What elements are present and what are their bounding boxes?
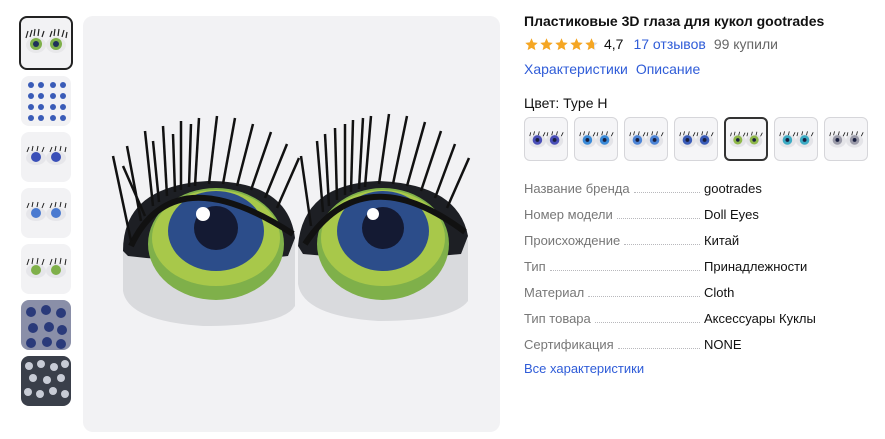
spec-value: gootrades	[704, 181, 762, 196]
spec-key-wrap: Материал	[524, 285, 704, 305]
eye-swatch-image	[729, 131, 763, 148]
spec-key-wrap: Тип товара	[524, 311, 704, 331]
star-icon	[525, 37, 538, 50]
eye-swatch-image	[528, 131, 564, 148]
thumbnail-2[interactable]	[21, 76, 71, 126]
section-links: Характеристики Описание	[524, 61, 874, 77]
spec-value: Китай	[704, 233, 740, 248]
thumbnail-4[interactable]	[21, 188, 71, 238]
spec-row: Происхождение Китай	[524, 227, 874, 253]
dotted-leader	[617, 348, 700, 349]
doll-eyes-main-image	[111, 113, 471, 326]
star-icon	[570, 37, 583, 50]
color-swatch-7[interactable]	[824, 117, 868, 161]
dotted-leader	[549, 270, 700, 271]
rating-value: 4,7	[604, 36, 624, 52]
spec-key-wrap: Происхождение	[524, 233, 704, 253]
description-link[interactable]: Описание	[636, 61, 700, 77]
spec-key-wrap: Сертификация	[524, 337, 704, 357]
spec-value: Принадлежности	[704, 259, 808, 274]
color-swatch-3[interactable]	[624, 117, 668, 161]
spec-key: Тип	[524, 259, 546, 274]
spec-key-wrap: Тип	[524, 259, 704, 279]
spec-row: Сертификация NONE	[524, 331, 874, 357]
color-swatch-4[interactable]	[674, 117, 718, 161]
thumbnail-5[interactable]	[21, 244, 71, 294]
star-icon	[540, 37, 553, 50]
dotted-leader	[633, 192, 700, 193]
eye-swatch-image	[778, 131, 814, 148]
spec-key: Материал	[524, 285, 585, 300]
product-info-panel: Пластиковые 3D глаза для кукол gootrades…	[524, 12, 874, 376]
pile-of-eyes-thumb-image	[21, 356, 71, 406]
doll-eyes-grid-thumb-image	[28, 82, 66, 121]
color-label: Цвет: Type H	[524, 95, 608, 111]
star-rating	[524, 37, 599, 52]
eye-swatch-image	[578, 131, 614, 148]
spec-value: Cloth	[704, 285, 735, 300]
thumbnail-3[interactable]	[21, 132, 71, 182]
dotted-leader	[624, 244, 700, 245]
rating-row: 4,7 17 отзывов 99 купили	[524, 35, 874, 53]
color-swatch-5[interactable]	[724, 117, 768, 161]
spec-key-wrap: Номер модели	[524, 207, 704, 227]
spec-key: Название бренда	[524, 181, 630, 196]
dotted-leader	[616, 218, 700, 219]
eye-swatch-image	[828, 131, 864, 148]
spec-value: Аксессуары Куклы	[704, 311, 816, 326]
color-swatch-2[interactable]	[574, 117, 618, 161]
doll-eyes-thumb-image	[25, 28, 68, 53]
spec-row: Название бренда gootrades	[524, 175, 874, 201]
dotted-leader	[588, 296, 700, 297]
thumbnail-7[interactable]	[21, 356, 71, 406]
spec-row: Тип товара Аксессуары Куклы	[524, 305, 874, 331]
spec-key: Происхождение	[524, 233, 621, 248]
all-characteristics-link[interactable]: Все характеристики	[524, 361, 874, 376]
spec-key-wrap: Название бренда	[524, 181, 704, 201]
characteristics-link[interactable]: Характеристики	[524, 61, 628, 77]
right-eye-graphic	[298, 181, 468, 321]
spec-row: Тип Принадлежности	[524, 253, 874, 279]
eye-swatch-image	[628, 131, 664, 148]
left-eye-graphic	[123, 181, 295, 326]
thumbnail-6[interactable]	[21, 300, 71, 350]
sold-count: 99 купили	[713, 36, 778, 52]
spec-key: Сертификация	[524, 337, 614, 352]
dotted-leader	[594, 322, 700, 323]
eye-swatch-image	[678, 131, 714, 148]
star-icon	[555, 37, 568, 50]
reviews-link[interactable]: 17 отзывов	[633, 36, 705, 52]
spec-row: Материал Cloth	[524, 279, 874, 305]
color-swatches	[524, 117, 874, 161]
thumbnail-1[interactable]	[19, 16, 73, 70]
main-product-image[interactable]	[83, 16, 500, 432]
specs-list: Название бренда gootrades Номер модели Doll…	[524, 175, 874, 357]
color-swatch-6[interactable]	[774, 117, 818, 161]
star-icon	[585, 37, 598, 50]
blue-eyes-thumb-image	[26, 201, 67, 221]
blue-eyes-thumb-image	[26, 145, 67, 165]
spec-key: Тип товара	[524, 311, 591, 326]
product-title: Пластиковые 3D глаза для кукол gootrades	[524, 13, 825, 29]
assorted-eyes-thumb-image	[21, 300, 71, 350]
spec-value: Doll Eyes	[704, 207, 759, 222]
spec-row: Номер модели Doll Eyes	[524, 201, 874, 227]
thumbnail-list	[18, 16, 74, 412]
spec-value: NONE	[704, 337, 742, 352]
spec-key: Номер модели	[524, 207, 613, 222]
green-eyes-thumb-image	[26, 257, 67, 278]
color-swatch-1[interactable]	[524, 117, 568, 161]
